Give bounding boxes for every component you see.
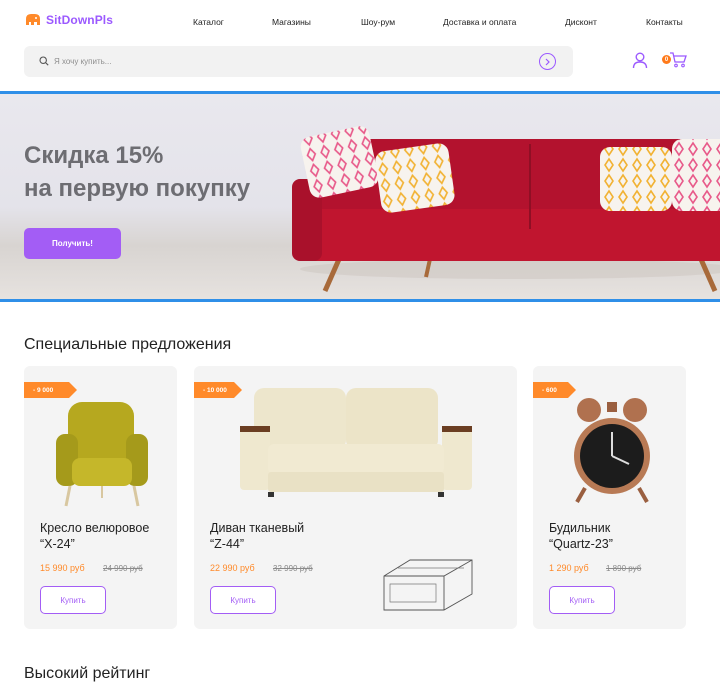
product-name-line-1: Будильник	[549, 521, 611, 535]
hero-title-line-2: на первую покупку	[24, 175, 251, 202]
sofa-bed-sketch-image	[383, 559, 473, 611]
search-icon	[39, 56, 49, 66]
discount-badge: - 9 000	[24, 382, 77, 398]
armchair-image	[56, 402, 148, 507]
discount-badge: - 600	[533, 382, 576, 398]
nav-showroom[interactable]: Шоу-рум	[361, 17, 395, 27]
nav-catalog[interactable]: Каталог	[193, 17, 224, 27]
buy-button[interactable]: Купить	[210, 586, 276, 614]
product-price: 22 990 руб	[210, 563, 255, 573]
nav-discount[interactable]: Дисконт	[565, 17, 597, 27]
search-bar	[24, 46, 573, 77]
search-submit-button[interactable]	[539, 53, 556, 70]
product-name: Диван тканевый “Z-44”	[210, 520, 304, 552]
buy-button[interactable]: Купить	[40, 586, 106, 614]
product-name: Будильник “Quartz-23”	[549, 520, 613, 552]
nav-stores[interactable]: Магазины	[272, 17, 311, 27]
high-rating-title: Высокий рейтинг	[24, 665, 151, 682]
discount-badge: - 10 000	[194, 382, 242, 398]
product-card[interactable]: - 600 Будильник “Quartz-23” 1 290 руб 1 …	[533, 366, 686, 629]
cart-button[interactable]: 0	[662, 52, 688, 70]
search-input[interactable]	[54, 46, 534, 77]
chevron-right-icon	[545, 58, 550, 65]
hero-banner: Скидка 15% на первую покупку Получить!	[0, 91, 720, 302]
special-offers-title: Специальные предложения	[24, 336, 232, 353]
product-name-line-1: Диван тканевый	[210, 521, 305, 535]
hero-title: Скидка 15% на первую покупку	[24, 139, 250, 205]
product-price: 15 990 руб	[40, 563, 85, 573]
product-name-line-1: Кресло велюровое	[40, 521, 150, 535]
product-old-price: 32 990 руб	[273, 564, 313, 573]
product-name-line-2: “Z-44”	[210, 537, 245, 551]
product-old-price: 24 990 руб	[103, 564, 143, 573]
product-name-line-2: “Quartz-23”	[549, 537, 613, 551]
user-icon[interactable]	[632, 52, 648, 69]
product-card[interactable]: - 10 000 Диван тканевый “Z-44” 22 990 ру…	[194, 366, 517, 629]
product-card[interactable]: - 9 000 Кресло велюровое “X-24” 15 990 р…	[24, 366, 177, 629]
hero-title-line-1: Скидка 15%	[24, 142, 164, 169]
product-price: 1 290 руб	[549, 563, 589, 573]
product-name: Кресло велюровое “X-24”	[40, 520, 149, 552]
sofa-image	[240, 388, 472, 497]
cart-icon	[670, 52, 687, 68]
get-discount-button[interactable]: Получить!	[24, 228, 121, 259]
nav-contacts[interactable]: Контакты	[646, 17, 683, 27]
alarm-clock-image	[574, 398, 650, 503]
product-name-line-2: “X-24”	[40, 537, 75, 551]
header: SitDownPls Каталог Магазины Шоу-рум Дост…	[0, 0, 720, 44]
red-sofa-image	[292, 126, 720, 293]
cart-count-badge: 0	[662, 55, 671, 64]
nav-delivery[interactable]: Доставка и оплата	[443, 17, 516, 27]
buy-button[interactable]: Купить	[549, 586, 615, 614]
main-nav: Каталог Магазины Шоу-рум Доставка и опла…	[0, 17, 720, 31]
product-old-price: 1 890 руб	[606, 564, 642, 573]
